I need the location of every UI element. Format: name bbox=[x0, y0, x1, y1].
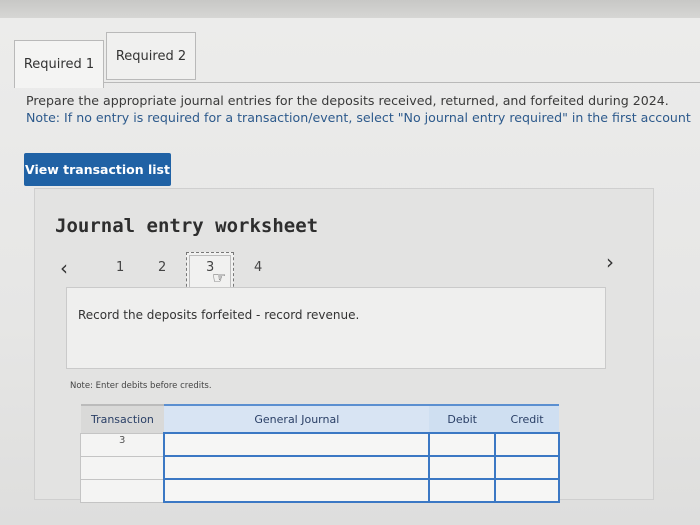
hand-pointer-icon: ☞ bbox=[212, 268, 227, 287]
credit-input[interactable] bbox=[494, 432, 560, 457]
tab-required-1-label: Required 1 bbox=[23, 57, 95, 72]
journal-entry-table: Transaction General Journal Debit Credit… bbox=[80, 404, 560, 503]
table-row bbox=[80, 478, 560, 503]
header-general-journal: General Journal bbox=[164, 404, 430, 433]
transaction-cell bbox=[80, 455, 165, 480]
account-select[interactable] bbox=[163, 455, 431, 480]
header-transaction: Transaction bbox=[80, 404, 165, 433]
transaction-cell bbox=[80, 478, 165, 503]
debit-input[interactable] bbox=[428, 455, 497, 480]
header-debit: Debit bbox=[429, 404, 496, 433]
credit-input[interactable] bbox=[494, 455, 560, 480]
debit-input[interactable] bbox=[428, 432, 497, 457]
chevron-right-icon[interactable]: › bbox=[606, 250, 614, 274]
top-bezel bbox=[0, 0, 700, 18]
tab-required-2[interactable]: Required 2 bbox=[106, 32, 196, 80]
entry-description: Record the deposits forfeited - record r… bbox=[78, 308, 360, 322]
worksheet-title: Journal entry worksheet bbox=[55, 215, 319, 237]
page-link-4[interactable]: 4 bbox=[254, 260, 262, 275]
account-select[interactable] bbox=[163, 432, 431, 457]
page-link-1[interactable]: 1 bbox=[116, 260, 124, 275]
debit-input[interactable] bbox=[428, 478, 497, 503]
header-credit: Credit bbox=[495, 404, 559, 433]
instructions: Prepare the appropriate journal entries … bbox=[26, 92, 700, 126]
account-select[interactable] bbox=[163, 478, 431, 503]
table-row: 3 bbox=[80, 432, 560, 457]
tab-required-2-label: Required 2 bbox=[115, 48, 187, 64]
tab-required-1[interactable]: Required 1 bbox=[14, 40, 104, 88]
chevron-left-icon[interactable]: ‹ bbox=[60, 256, 68, 280]
page-link-2[interactable]: 2 bbox=[158, 260, 166, 275]
view-transaction-list-button[interactable]: View transaction list bbox=[24, 153, 171, 186]
credit-input[interactable] bbox=[494, 478, 560, 503]
instructions-note: Note: If no entry is required for a tran… bbox=[26, 110, 691, 125]
transaction-cell: 3 bbox=[80, 432, 165, 457]
entry-description-box bbox=[66, 287, 606, 369]
table-row bbox=[80, 455, 560, 480]
debits-note: Note: Enter debits before credits. bbox=[70, 381, 212, 391]
instructions-line-1: Prepare the appropriate journal entries … bbox=[26, 93, 669, 108]
tab-divider bbox=[104, 82, 700, 83]
